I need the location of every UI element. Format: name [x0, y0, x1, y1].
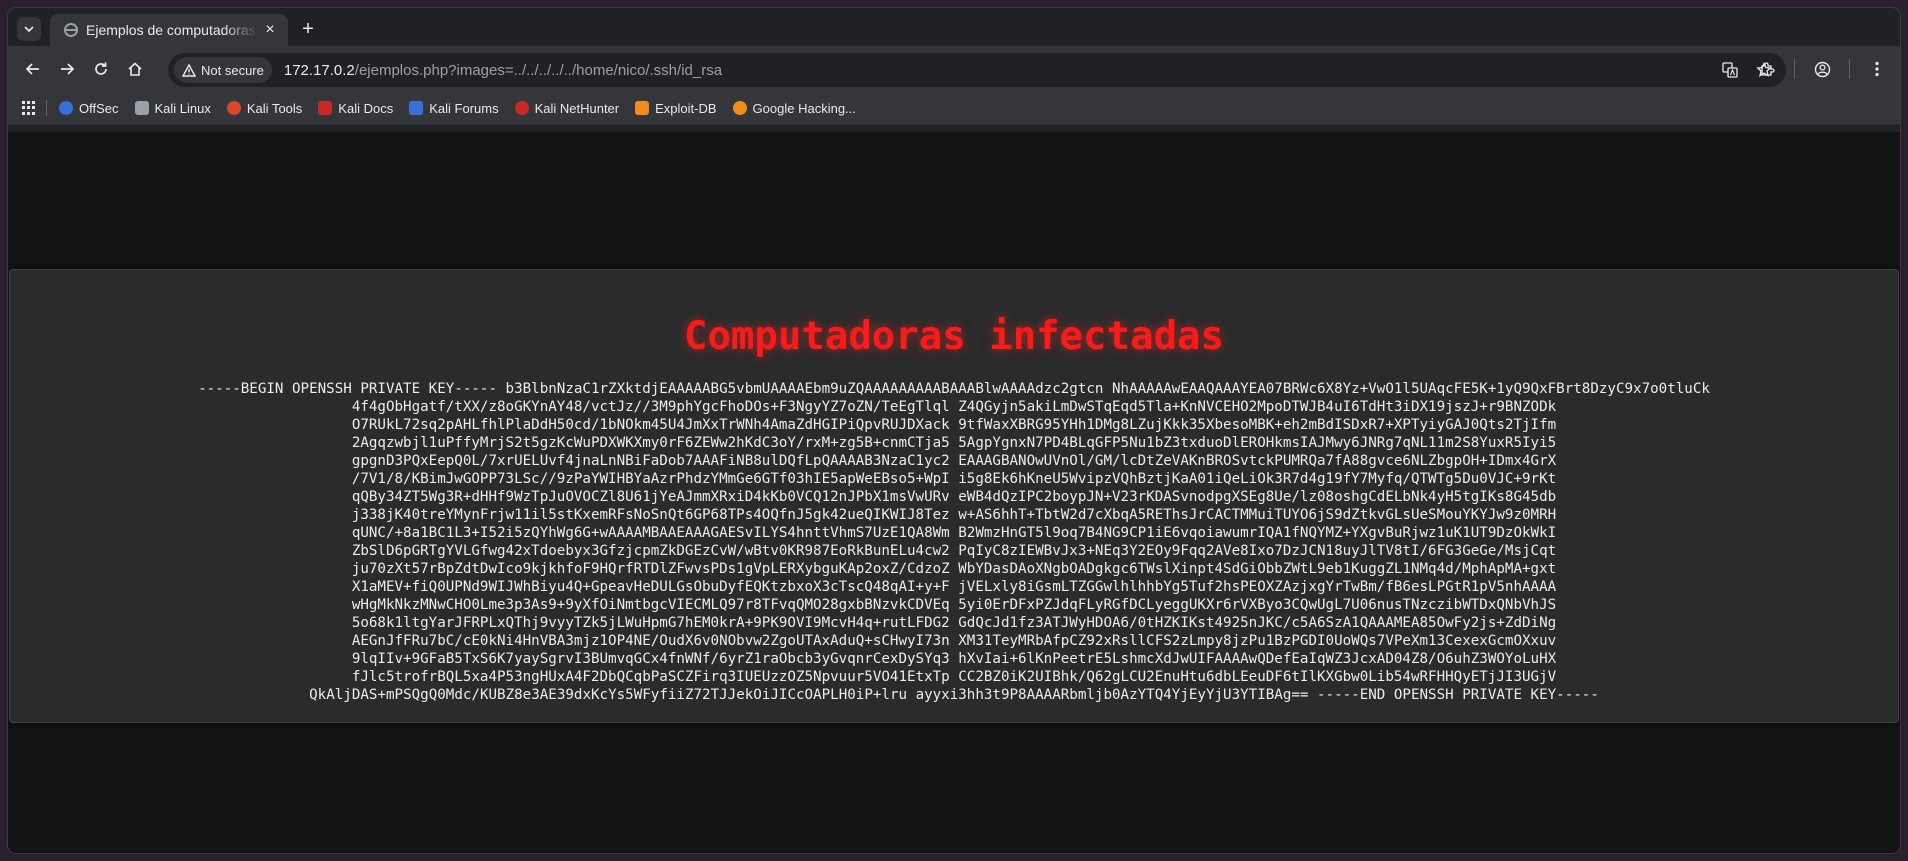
puzzle-icon: [1761, 62, 1775, 76]
key-line: wHgMkNkzMNwCHO0Lme3p3As9+9yXfOiNmtbgcVIE…: [351, 597, 1557, 613]
back-button[interactable]: [16, 52, 50, 86]
warning-icon: [182, 63, 196, 77]
offsec-icon: [59, 101, 73, 115]
ghdb-icon: [732, 101, 747, 115]
key-line: X1aMEV+fiQ0UPNd9WIJWhBiyu4Q+GpeavHeDULGs…: [351, 579, 1557, 595]
address-bar[interactable]: Not secure 172.17.0.2/ejemplos.php?image…: [168, 53, 1786, 87]
url-text[interactable]: 172.17.0.2/ejemplos.php?images=../../../…: [284, 62, 722, 79]
bookmark-kali-forums[interactable]: Kali Forums: [409, 100, 499, 116]
content-panel: Computadoras infectadas -----BEGIN OPENS…: [9, 269, 1899, 723]
key-line: j338jK40treYMynFrjw11il5stKxemRFsNoSnQt6…: [351, 507, 1557, 523]
bookmark-kali-nethunter[interactable]: Kali NetHunter: [514, 100, 620, 116]
extensions-button[interactable]: [1750, 52, 1784, 86]
security-chip[interactable]: Not secure: [174, 57, 272, 83]
bookmark-label: Google Hacking...: [752, 100, 856, 116]
key-line: 4f4gObHgatf/tXX/z8oGKYnAY48/vctJz//3M9ph…: [351, 399, 1557, 415]
url-path: /ejemplos.php?images=../../../../../home…: [354, 61, 723, 79]
key-line: -----BEGIN OPENSSH PRIVATE KEY----- b3Bl…: [198, 381, 1710, 397]
security-label: Not secure: [201, 62, 264, 78]
page-content: Computadoras infectadas -----BEGIN OPENS…: [8, 132, 1900, 853]
key-line: O7RUkL72sq2pAHLfhlPlaDdH50cd/1bNOkm45U4J…: [351, 417, 1557, 433]
account-icon: [1814, 61, 1830, 77]
browser-window: Ejemplos de computadoras × + Not secure …: [8, 8, 1900, 853]
key-line: 5o68k1ltgYarJFRPLxQThj9vyyTZk5jLWuHpmG7h…: [351, 615, 1557, 631]
menu-button[interactable]: [1860, 52, 1894, 86]
private-key-text: -----BEGIN OPENSSH PRIVATE KEY----- b3Bl…: [10, 380, 1898, 704]
key-line: 9lqIIv+9GFaB5TxS6K7yaySgrvI3BUmvqGCx4fnW…: [351, 651, 1557, 667]
key-line: gpgnD3PQxEepQ0L/7xrUELUvf4jnaLnNBiFaDob7…: [351, 453, 1557, 469]
toolbar: Not secure 172.17.0.2/ejemplos.php?image…: [8, 46, 1900, 92]
tab-title: Ejemplos de computadoras: [86, 22, 256, 38]
arrow-right-icon: [61, 63, 75, 75]
exploit-db-icon: [635, 101, 650, 115]
close-icon[interactable]: ×: [258, 21, 282, 39]
translate-icon[interactable]: [1716, 56, 1744, 84]
reload-icon: [95, 62, 107, 75]
key-line: ju70zXt57rBpZdtDwIco9kjkhfoF9HQrfRTDlZFw…: [351, 561, 1557, 577]
bookmark-label: Kali Forums: [429, 100, 499, 116]
key-line: AEGnJfFRu7bC/cE0kNi4HnVBA3mjz1OP4NE/OudX…: [351, 633, 1557, 649]
key-line: qQBy34ZT5Wg3R+dHHf9WzTpJuOVOCZl8U61jYeAJ…: [351, 489, 1557, 505]
key-line: 2Agqzwbjl1uPffyMrjS2t5gzKcWuPDXWKXmy0rF6…: [351, 435, 1557, 451]
key-line: /7V1/8/KBimJwGOPP73LSc//9zPaYWIHBYaAzrPh…: [351, 471, 1557, 487]
kali-dragon-icon: [134, 101, 149, 115]
bookmark-google-hacking[interactable]: Google Hacking...: [732, 100, 856, 116]
bookmark-label: Kali Linux: [154, 100, 211, 116]
bookmark-offsec[interactable]: OffSec: [59, 101, 119, 116]
chevron-down-icon: [24, 26, 34, 33]
bookmark-label: Exploit-DB: [655, 100, 717, 116]
toolbar-divider: [1794, 59, 1795, 79]
more-vert-icon: [1875, 61, 1879, 77]
url-host: 172.17.0.2: [283, 61, 355, 79]
key-line: QkAljDAS+mPSQgQ0Mdc/KUBZ8e3AE39dxKcYs5WF…: [309, 687, 1599, 703]
key-line: fJlc5trofrBQL5xa4P53ngHUxA4F2DbQCqbPaSCZ…: [351, 669, 1557, 685]
kali-docs-icon: [318, 101, 333, 115]
nethunter-icon: [514, 101, 529, 115]
bookmark-label: OffSec: [79, 100, 119, 116]
toolbar-divider: [1849, 59, 1850, 79]
bookmarks-bar: OffSec Kali Linux Kali Tools Kali Docs K…: [8, 92, 1900, 125]
bookmark-kali-linux[interactable]: Kali Linux: [134, 100, 211, 116]
forward-button[interactable]: [50, 52, 84, 86]
home-button[interactable]: [118, 52, 152, 86]
bookmark-exploit-db[interactable]: Exploit-DB: [635, 100, 717, 116]
tab-active[interactable]: Ejemplos de computadoras ×: [50, 14, 288, 46]
key-line: ZbSlD6pGRTgYVLGfwg42xTdoebyx3GfzjcpmZkDG…: [351, 543, 1557, 559]
bookmark-label: Kali Tools: [246, 100, 303, 116]
tab-strip: Ejemplos de computadoras × +: [8, 8, 1900, 46]
toolbar-right: [1750, 52, 1894, 86]
kali-tools-icon: [226, 101, 241, 115]
key-line: qUNC/+8a1BC1L3+I52i5zQYhWg6G+wAAAAMBAAEA…: [351, 525, 1557, 541]
new-tab-button[interactable]: +: [296, 18, 320, 42]
page-title: Computadoras infectadas: [683, 314, 1225, 359]
reload-button[interactable]: [84, 52, 118, 86]
bookmark-label: Kali Docs: [338, 100, 394, 116]
apps-grid-icon[interactable]: [22, 101, 36, 115]
globe-icon: [64, 23, 78, 37]
bookmark-kali-tools[interactable]: Kali Tools: [226, 100, 303, 116]
bookmarks-divider: [46, 100, 47, 116]
home-icon: [128, 62, 142, 76]
tab-search-button[interactable]: [17, 17, 41, 41]
profile-button[interactable]: [1805, 52, 1839, 86]
bookmark-label: Kali NetHunter: [534, 100, 620, 116]
arrow-left-icon: [25, 63, 39, 75]
kali-forums-icon: [409, 101, 424, 115]
bookmark-kali-docs[interactable]: Kali Docs: [318, 101, 393, 116]
